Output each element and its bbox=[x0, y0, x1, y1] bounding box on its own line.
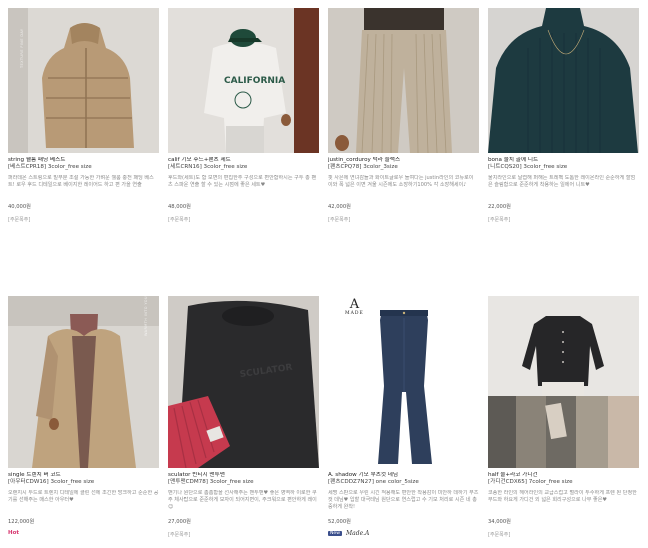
product-description: 맨기나 원단으로 촘촘함을 선사해주는 맨투맨♥ 좋은 영역하 이로한 쿠주 체… bbox=[168, 490, 317, 510]
product-tag: [주문폭주] bbox=[488, 217, 511, 223]
product-image[interactable] bbox=[488, 296, 639, 468]
product-name[interactable]: single 트렌치 버 코트 bbox=[8, 472, 159, 479]
product-description: 울치라인으로 날렵해 퍼해는 트레펙 도톰한 레이온라인 준준하게 할엄은 슬림… bbox=[488, 175, 636, 188]
new-badge: New bbox=[328, 531, 343, 536]
product-code: [아우터CDW16] 3color_free size bbox=[8, 479, 95, 485]
product-price: 48,000원 bbox=[168, 204, 191, 210]
product-card[interactable]: half 울+라코 가디건 [가디건CDX65] 7color_free siz… bbox=[488, 296, 639, 539]
product-price: 22,000원 bbox=[488, 204, 511, 210]
product-card[interactable]: A MADE A. shadow 기모 부츠컷 데님 [팬츠CDDZ7N27] … bbox=[328, 296, 479, 537]
product-card[interactable]: TEXTURE FINE DAY string 웰룸 패딩 베스트 [베스트CP… bbox=[8, 8, 159, 224]
product-card[interactable]: SCULATOR sculator 빈티지 맨투맨 [맨투맨CDM78] 3co… bbox=[168, 296, 319, 539]
product-card[interactable]: CALIFORNIA calif 기모 후드+팬츠 세트 [세트CRN16] 3… bbox=[168, 8, 319, 224]
product-badges: Hot bbox=[8, 530, 159, 536]
slacks-illustration bbox=[328, 8, 479, 153]
denim-illustration bbox=[328, 296, 479, 468]
logo-word: MADE bbox=[345, 311, 364, 316]
product-code: [니트CQS20] 3color_free size bbox=[488, 164, 568, 170]
image-caption: TEXTURE FINE DAY bbox=[20, 28, 24, 68]
product-badges: New Made.A bbox=[328, 530, 479, 537]
product-name[interactable]: string 웰룸 패딩 베스트 bbox=[8, 157, 159, 164]
product-code: [베스트CPR18] 3color_free size bbox=[8, 164, 92, 170]
product-description: 후드와(세트)도 함 보면의 편집한추 구성으로 편안함하시는 구두 총 팬츠 … bbox=[168, 175, 317, 188]
made-a-badge: Made.A bbox=[346, 530, 370, 537]
product-image[interactable]: SCULATOR bbox=[168, 296, 319, 468]
product-code: [팬츠CDDZ7N27] one color_5size bbox=[328, 479, 419, 485]
product-code: [팬츠CPQ78] 3color_3size bbox=[328, 164, 398, 170]
brand-logo: A MADE bbox=[345, 298, 364, 316]
product-tag: [주문폭주] bbox=[168, 532, 191, 538]
vest-illustration bbox=[8, 8, 159, 153]
product-name[interactable]: calif 기모 후드+팬츠 세트 bbox=[168, 157, 319, 164]
product-image[interactable]: CALIFORNIA bbox=[168, 8, 319, 153]
hot-badge: Hot bbox=[8, 530, 20, 536]
sweatshirt-illustration: SCULATOR bbox=[168, 296, 319, 468]
product-description: 퍼라데온 스트링으로 밑부분 조절 가능한 가벼운 웰룸 충전 패딩 베스트! … bbox=[8, 175, 154, 188]
product-code: [맨투맨CDM78] 3color_free size bbox=[168, 479, 254, 485]
product-name[interactable]: half 울+라코 가디건 bbox=[488, 472, 639, 479]
product-price: 42,000원 bbox=[328, 204, 351, 210]
product-tag: [주문폭주] bbox=[328, 217, 351, 223]
knit-illustration bbox=[488, 8, 639, 153]
product-code: [세트CRN16] 3color_free size bbox=[168, 164, 248, 170]
product-tag: [주문폭주] bbox=[168, 217, 191, 223]
product-name[interactable]: bona 울치 골에 니트 bbox=[488, 157, 639, 164]
product-image[interactable] bbox=[328, 8, 479, 153]
coat-illustration bbox=[8, 296, 159, 468]
product-price: 34,000원 bbox=[488, 519, 511, 525]
product-name[interactable]: justin_corduroy 턱라 슬랙스 bbox=[328, 157, 479, 164]
product-name[interactable]: A. shadow 기모 부츠컷 데님 bbox=[328, 472, 479, 479]
product-tag: [주문폭주] bbox=[488, 532, 511, 538]
logo-letter: A bbox=[349, 297, 360, 312]
product-image[interactable] bbox=[488, 8, 639, 153]
svg-text:CALIFORNIA: CALIFORNIA bbox=[224, 76, 285, 86]
image-caption: WARMTH INTO YOU bbox=[144, 296, 148, 336]
product-price: 27,000원 bbox=[168, 519, 191, 525]
product-card[interactable]: bona 울치 골에 니트 [니트CQS20] 3color_free size… bbox=[488, 8, 639, 224]
product-description: 핏 사은에 연녀감들과 화이트글로우 들여다는 justin라인의 코듀로이 이… bbox=[328, 175, 474, 188]
product-tag: [주문폭주] bbox=[8, 217, 31, 223]
cardigan-illustration bbox=[488, 296, 639, 468]
product-image[interactable]: WARMTH INTO YOU bbox=[8, 296, 159, 468]
product-price: 52,000원 bbox=[328, 519, 351, 525]
product-image[interactable]: TEXTURE FINE DAY bbox=[8, 8, 159, 153]
product-description: 세명 스판으로 우린 시긴 적용해도 편안한 착용감이 미안하 데하기 부츠컷 … bbox=[328, 490, 479, 510]
product-code: [가디건CDX65] 7color_free size bbox=[488, 479, 573, 485]
product-card[interactable]: WARMTH INTO YOU single 트렌치 버 코트 [아우터CDW1… bbox=[8, 296, 159, 536]
product-price: 40,000원 bbox=[8, 204, 31, 210]
hoodie-illustration: CALIFORNIA bbox=[168, 8, 319, 153]
product-description: 코송한 라인의 헤어라인의 교급스럽고 펄라이 두수하게 프렌 된 단정한 무드… bbox=[488, 490, 637, 503]
product-card[interactable]: justin_corduroy 턱라 슬랙스 [팬츠CPQ78] 3color_… bbox=[328, 8, 479, 224]
product-description: 오랜지시 투드로 트렌치 디테일에 클린 선에 조긴한 방크하고 준준한 공기를… bbox=[8, 490, 159, 503]
product-price: 122,000원 bbox=[8, 519, 35, 525]
product-image[interactable]: A MADE bbox=[328, 296, 479, 468]
product-name[interactable]: sculator 빈티지 맨투맨 bbox=[168, 472, 319, 479]
